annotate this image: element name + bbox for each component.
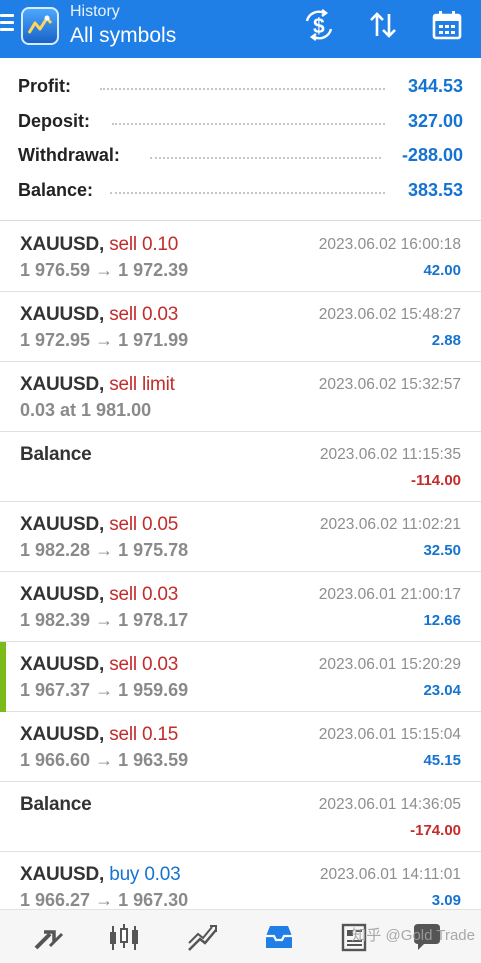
deal-price: 1 982.28 → 1 975.78 [20,540,189,560]
summary-label: Deposit: [18,110,90,131]
dotted-leader [150,157,381,159]
deal-price: 1 972.95 → 1 971.99 [20,330,189,350]
deal-price: 1 966.27 → 1 967.30 [20,890,189,910]
deal-row[interactable]: XAUUSD, sell 0.03 1 967.37 → 1 959.69 2023… [0,642,481,712]
summary-label: Withdrawal: [18,145,120,165]
deal-type: sell 0.03 [109,304,179,325]
sort-icon[interactable] [366,8,400,42]
deal-row[interactable]: XAUUSD, sell 0.03 1 972.95 → 1 971.99 2023… [0,292,481,362]
balance-row[interactable]: Balance 2023.06.01 14:36:05 -174.00 [0,782,481,852]
summary-value: -288.00 [401,145,463,165]
menu-icon[interactable] [0,14,16,36]
deal-time: 2023.06.02 15:32:57 [318,376,461,393]
dotted-leader [100,88,385,90]
trade-icon[interactable] [186,920,220,954]
deal-profit: 12.66 [423,612,461,629]
deal-type: sell 0.15 [109,724,179,745]
bottom-nav: 知乎 @Gold Trade [0,909,481,963]
deal-profit: 42.00 [423,262,461,279]
summary-value: 383.53 [407,179,463,200]
deal-price: 1 967.37 → 1 959.69 [20,680,189,700]
balance-row[interactable]: Balance 2023.06.02 11:15:35 -114.00 [0,432,481,502]
deal-row[interactable]: XAUUSD, sell 0.03 1 982.39 → 1 978.17 2023… [0,572,481,642]
deal-symbol: XAUUSD, sell 0.15 [20,724,178,746]
deal-time: 2023.06.01 14:36:05 [318,796,461,813]
deal-time: 2023.06.02 11:15:35 [319,446,461,463]
deal-symbol: XAUUSD, sell 0.03 [20,304,178,326]
deal-price: 1 966.60 → 1 963.59 [20,750,189,770]
deal-price: 1 982.39 → 1 978.17 [20,610,189,630]
deal-profit: 32.50 [423,542,461,559]
divider [0,220,481,221]
symbol-text: XAUUSD, [20,374,105,395]
selection-marker [0,642,6,712]
deal-time: 2023.06.02 15:48:27 [318,306,461,323]
chart-icon[interactable] [107,920,141,954]
deal-profit: -114.00 [410,472,461,489]
deal-symbol: XAUUSD, sell 0.03 [20,584,178,606]
deal-profit: 2.88 [431,332,461,349]
symbol-text: Balance [20,794,92,815]
deal-time: 2023.06.02 16:00:18 [318,236,461,253]
summary-panel: Profit: 344.53 Deposit: 327.00 Withdrawa… [0,70,481,208]
deal-symbol: XAUUSD, sell 0.03 [20,654,178,676]
deal-symbol: XAUUSD, buy 0.03 [20,864,181,886]
summary-deposit: Deposit: 327.00 [0,105,481,140]
deal-type: sell 0.10 [109,234,179,255]
summary-label: Balance: [18,179,94,200]
currency-exchange-icon[interactable]: $ [302,8,336,42]
deal-type: sell 0.05 [109,514,179,535]
summary-withdrawal: Withdrawal: -288.00 [0,139,481,174]
summary-profit: Profit: 344.53 [0,70,481,105]
symbol-text: XAUUSD, [20,304,105,325]
history-icon[interactable] [262,920,296,954]
page-title[interactable]: All symbols [70,24,176,48]
deal-symbol: XAUUSD, sell limit [20,374,175,396]
deal-profit: 23.04 [423,682,461,699]
deal-price: 0.03 at 1 981.00 [20,400,152,420]
deal-type: sell 0.03 [109,584,179,605]
deal-type: sell 0.03 [109,654,179,675]
deal-time: 2023.06.01 21:00:17 [318,586,461,603]
deal-profit: 3.09 [431,892,461,909]
dotted-leader [110,191,385,194]
calendar-icon[interactable] [430,8,464,42]
deal-type: buy 0.03 [109,864,181,885]
deal-row[interactable]: XAUUSD, sell 0.05 1 982.28 → 1 975.78 2023… [0,502,481,572]
summary-value: 327.00 [407,110,463,131]
deal-type: sell limit [109,374,175,395]
summary-label: Profit: [18,76,71,96]
deal-symbol: XAUUSD, sell 0.05 [20,514,178,536]
deal-time: 2023.06.01 15:15:04 [318,726,461,743]
symbol-text: XAUUSD, [20,864,105,885]
deal-symbol: Balance [20,794,92,816]
deal-profit: 45.15 [423,752,461,769]
deal-row[interactable]: XAUUSD, sell limit 0.03 at 1 981.00 2023.0… [0,362,481,432]
deal-row[interactable]: XAUUSD, sell 0.15 1 966.60 → 1 963.59 2023… [0,712,481,782]
symbol-text: XAUUSD, [20,514,105,535]
dotted-leader [112,122,385,125]
symbol-text: XAUUSD, [20,234,105,255]
page-subtitle: History [70,3,120,20]
deal-symbol: Balance [20,444,92,466]
deal-symbol: XAUUSD, sell 0.10 [20,234,178,256]
quotes-icon[interactable] [32,920,66,954]
symbol-text: XAUUSD, [20,724,105,745]
deal-time: 2023.06.01 15:20:29 [318,656,461,673]
deal-profit: -174.00 [410,822,461,839]
deal-price: 1 976.59 → 1 972.39 [20,260,189,280]
deal-time: 2023.06.01 14:11:01 [319,866,461,883]
summary-value: 344.53 [407,76,463,96]
symbol-text: XAUUSD, [20,654,105,675]
symbol-text: XAUUSD, [20,584,105,605]
deal-row[interactable]: XAUUSD, sell 0.10 1 976.59 → 1 972.39 2023… [0,222,481,292]
symbol-text: Balance [20,444,92,465]
deal-time: 2023.06.02 11:02:21 [319,516,461,533]
watermark: 知乎 @Gold Trade [351,927,475,944]
summary-balance: Balance: 383.53 [0,174,481,209]
app-bar: History All symbols $ [0,0,481,58]
app-logo [21,7,59,45]
